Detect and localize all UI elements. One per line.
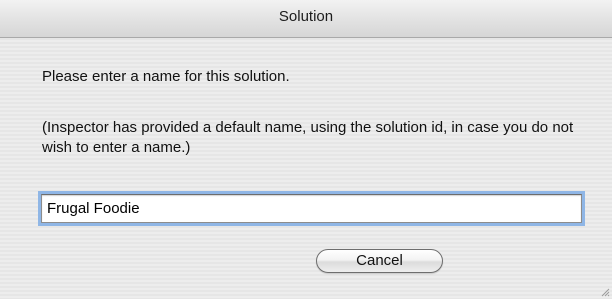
cancel-button[interactable]: Cancel (316, 249, 443, 273)
solution-name-input[interactable] (41, 194, 582, 223)
resize-grip-icon[interactable] (600, 287, 610, 297)
title-bar[interactable]: Solution (0, 0, 612, 38)
solution-dialog: Solution Please enter a name for this so… (0, 0, 612, 299)
prompt-message: Please enter a name for this solution. (42, 68, 290, 85)
window-title: Solution (278, 8, 334, 25)
default-name-note: (Inspector has provided a default name, … (42, 119, 574, 156)
